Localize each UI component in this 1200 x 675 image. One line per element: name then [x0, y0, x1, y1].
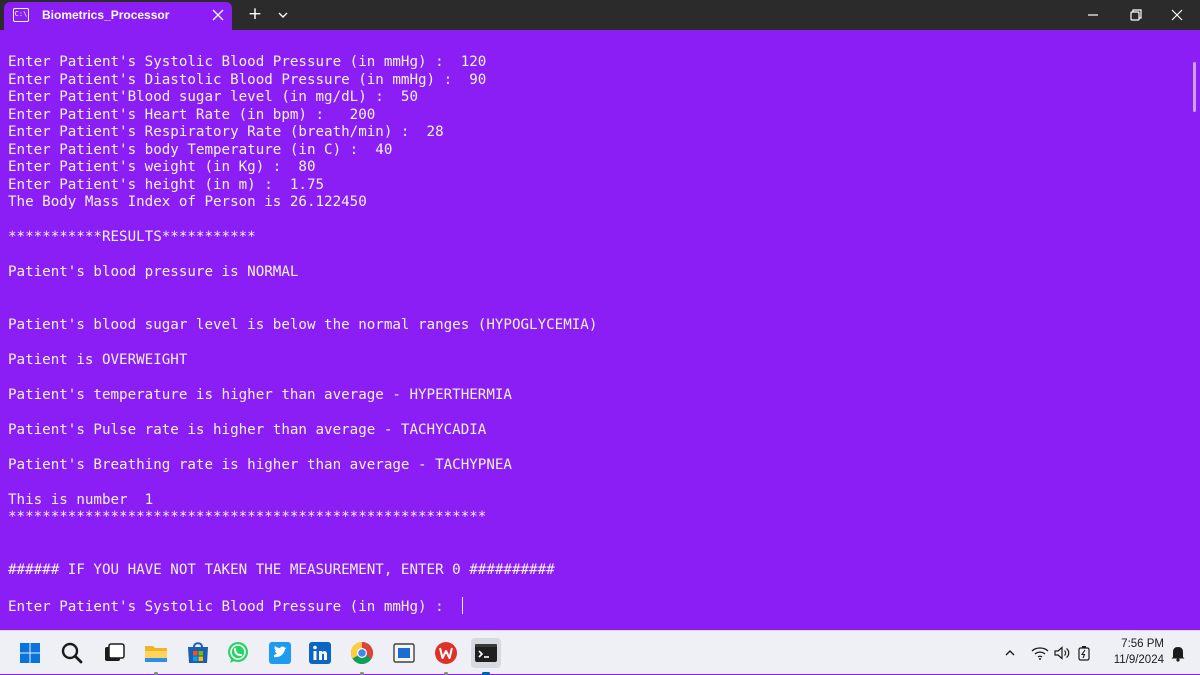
minimize-button[interactable]: [1070, 0, 1116, 30]
minimize-icon: [1088, 14, 1098, 16]
console-line: Enter Patient's body Temperature (in C) …: [8, 141, 393, 158]
console-line: Enter Patient's Systolic Blood Pressure …: [8, 54, 487, 70]
close-icon: [1171, 9, 1183, 21]
restore-button[interactable]: [1112, 0, 1158, 30]
console-output: Enter Patient's Systolic Blood Pressure …: [8, 54, 597, 616]
search-button[interactable]: [57, 638, 87, 668]
whatsapp-icon: [228, 642, 248, 663]
taskbar-app-twitter[interactable]: [265, 638, 295, 668]
console-line: Patient's temperature is higher than ave…: [8, 386, 512, 403]
battery-button[interactable]: [1074, 643, 1094, 663]
taskbar-app-whatsapp[interactable]: [223, 638, 253, 668]
taskbar-app-window[interactable]: [389, 638, 419, 668]
restore-icon: [1130, 9, 1142, 21]
terminal-icon: [475, 644, 497, 662]
close-icon: [212, 9, 224, 21]
console-line: Patient is OVERWEIGHT: [8, 351, 188, 368]
scrollbar[interactable]: [1193, 62, 1196, 112]
terminal-tab-icon: C:\: [13, 8, 29, 22]
text-cursor: [461, 596, 463, 614]
close-window-button[interactable]: [1154, 0, 1200, 30]
network-button[interactable]: [1030, 643, 1050, 663]
console-line: ###### IF YOU HAVE NOT TAKEN THE MEASURE…: [8, 561, 555, 578]
console-input-prompt[interactable]: Enter Patient's Systolic Blood Pressure …: [8, 599, 461, 615]
console-line: ***********RESULTS***********: [8, 229, 256, 245]
file-explorer-icon: [145, 646, 167, 662]
battery-charging-icon: [1078, 646, 1090, 661]
console-line: Enter Patient's weight (in Kg) : 80: [8, 159, 316, 175]
taskbar-app-linkedin[interactable]: [305, 638, 335, 668]
microsoft-store-icon: [188, 642, 208, 663]
console-line: Patient's Breathing rate is higher than …: [8, 456, 512, 473]
clock-time: 7:56 PM: [1121, 638, 1164, 650]
terminal-output-area[interactable]: Enter Patient's Systolic Blood Pressure …: [0, 30, 1200, 630]
console-line: Enter Patient's Diastolic Blood Pressure…: [8, 71, 487, 88]
task-view-icon: [105, 643, 125, 661]
console-line: Enter Patient's height (in m) : 1.75: [8, 176, 325, 193]
clock[interactable]: 7:56 PM 11/9/2024: [1100, 636, 1164, 668]
wifi-icon: [1031, 647, 1049, 660]
close-tab-button[interactable]: [208, 5, 228, 25]
new-tab-button[interactable]: +: [244, 4, 266, 26]
chrome-icon: [351, 642, 373, 664]
console-line: This is number 1: [8, 491, 154, 508]
bell-icon: [1171, 647, 1185, 662]
title-bar: C:\ Biometrics_Processor +: [0, 0, 1200, 30]
console-line: Enter Patient's Heart Rate (in bpm) : 20…: [8, 106, 376, 123]
console-line: Patient's blood pressure is NORMAL: [8, 264, 299, 280]
show-hidden-icons-button[interactable]: [1000, 643, 1020, 663]
tab-dropdown-button[interactable]: [272, 4, 294, 26]
app-window-icon: [393, 643, 415, 663]
console-line: Enter Patient's Respiratory Rate (breath…: [8, 124, 444, 140]
console-line: ****************************************…: [8, 509, 487, 525]
chevron-down-icon: [278, 12, 288, 18]
clock-date: 11/9/2024: [1113, 654, 1164, 666]
console-line: Patient's Pulse rate is higher than aver…: [8, 421, 487, 438]
taskbar-app-microsoft-store[interactable]: [183, 638, 213, 668]
taskbar-app-file-explorer[interactable]: [141, 638, 171, 675]
taskbar: 7:56 PM 11/9/2024: [0, 630, 1200, 675]
start-button[interactable]: [15, 638, 45, 668]
linkedin-icon: [309, 642, 331, 664]
console-line: The Body Mass Index of Person is 26.1224…: [8, 194, 367, 210]
wps-office-icon: [435, 642, 457, 664]
notifications-button[interactable]: [1168, 643, 1188, 663]
taskbar-app-wps-office[interactable]: [431, 638, 461, 675]
tab-biometrics-processor[interactable]: C:\ Biometrics_Processor: [4, 2, 232, 30]
console-line: Enter Patient'Blood sugar level (in mg/d…: [8, 89, 418, 105]
chevron-up-icon: [1005, 650, 1015, 656]
taskbar-app-terminal[interactable]: [471, 638, 501, 675]
task-view-button[interactable]: [99, 638, 129, 668]
taskbar-app-chrome[interactable]: [347, 638, 377, 675]
volume-button[interactable]: [1052, 643, 1072, 663]
console-line: Patient's blood sugar level is below the…: [8, 316, 598, 333]
search-icon: [61, 642, 83, 664]
speaker-icon: [1054, 646, 1070, 660]
twitter-icon: [269, 642, 291, 664]
windows-logo-icon: [20, 643, 40, 663]
tab-title: Biometrics_Processor: [42, 8, 170, 22]
